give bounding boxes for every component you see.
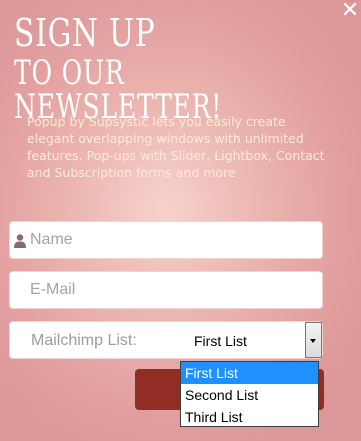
newsletter-popup: ✕ SIGN UP TO OUR NEWSLETTER! Popup by Su… [0,0,361,441]
email-input[interactable] [10,272,322,308]
chevron-down-icon[interactable] [305,322,322,358]
page-title: SIGN UP TO OUR NEWSLETTER! [14,14,361,124]
mailchimp-list-label: Mailchimp List: [31,332,137,349]
select-value: First List [194,333,247,349]
popup-description: Popup by Supsystic lets you easily creat… [27,114,325,180]
headline-line-1: SIGN UP [14,11,156,55]
dropdown-option-third[interactable]: Third List [181,406,318,428]
dropdown-option-second[interactable]: Second List [181,384,318,406]
name-input[interactable] [10,222,322,258]
user-icon [14,234,26,248]
name-field-wrapper [9,221,323,259]
email-field-wrapper [9,271,323,309]
mailchimp-list-select[interactable]: First List [184,322,331,360]
mailchimp-list-field: Mailchimp List: First List [9,321,323,359]
mailchimp-list-dropdown: First List Second List Third List [180,361,319,427]
dropdown-option-first[interactable]: First List [181,362,318,384]
